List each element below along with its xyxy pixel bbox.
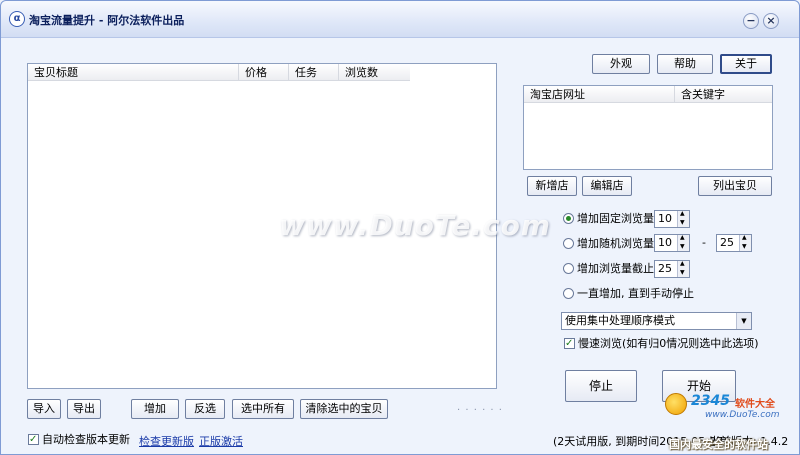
minimize-button[interactable]: − [743,13,759,29]
shop-list-table[interactable]: 淘宝店网址 含关键字 [523,85,773,170]
auto-update-label: 自动检查版本更新 [42,433,130,446]
export-button[interactable]: 导出 [67,399,101,419]
option-fixed-label: 增加固定浏览量 [577,212,654,225]
column-header-title[interactable]: 宝贝标题 [28,64,238,81]
resize-grip-icon: · · · · · · [457,405,503,416]
add-item-button[interactable]: 增加 [131,399,179,419]
radio-random[interactable] [563,238,574,249]
column-header-price[interactable]: 价格 [238,64,288,81]
title-bar[interactable]: α 淘宝流量提升 - 阿尔法软件出品 − × [1,1,799,38]
slow-browse-option[interactable]: 慢速浏览(如有归0情况则选中此选项) [564,336,759,352]
about-button[interactable]: 关于 [720,54,772,74]
option-forever[interactable]: 一直增加, 直到手动停止 [563,286,694,302]
column-header-task[interactable]: 任务 [288,64,338,81]
option-random-label: 增加随机浏览量 [577,237,654,250]
stepper-arrows-icon[interactable] [739,234,751,251]
random-max-stepper[interactable]: 25 [716,234,752,252]
slow-browse-checkbox[interactable] [564,336,575,352]
clear-selected-button[interactable]: 清除选中的宝贝 [300,399,388,419]
brand-logo: 2345 软件大全 www.DuoTe.com [665,389,799,433]
list-items-button[interactable]: 列出宝贝 [698,176,772,196]
range-dash: - [702,236,706,249]
option-random-views[interactable]: 增加随机浏览量 [563,236,654,252]
random-min-stepper[interactable]: 10 [654,234,690,252]
select-all-button[interactable]: 选中所有 [232,399,294,419]
option-forever-label: 一直增加, 直到手动停止 [577,287,694,300]
mode-select-value: 使用集中处理顺序模式 [565,314,675,327]
random-max-value: 25 [720,236,734,249]
slow-browse-label: 慢速浏览(如有归0情况则选中此选项) [578,337,759,350]
logo-site: 软件大全 [735,399,775,410]
close-button[interactable]: × [763,13,779,29]
window-title: 淘宝流量提升 - 阿尔法软件出品 [29,14,185,27]
radio-until[interactable] [563,263,574,274]
import-button[interactable]: 导入 [27,399,61,419]
stepper-arrows-icon[interactable] [677,210,689,227]
auto-update-checkbox[interactable] [28,432,39,448]
option-fixed-views[interactable]: 增加固定浏览量 [563,211,654,227]
option-until-views[interactable]: 增加浏览量截止 [563,261,654,277]
radio-forever[interactable] [563,288,574,299]
invert-selection-button[interactable]: 反选 [185,399,225,419]
option-until-label: 增加浏览量截止 [577,262,654,275]
main-window: α 淘宝流量提升 - 阿尔法软件出品 − × 外观 帮助 关于 宝贝标题 价格 … [0,0,800,455]
column-header-views[interactable]: 浏览数 [338,64,410,81]
stop-button[interactable]: 停止 [565,370,637,402]
column-header-shop-url[interactable]: 淘宝店网址 [524,86,674,103]
help-button[interactable]: 帮助 [657,54,713,74]
random-min-value: 10 [658,236,672,249]
watermark-text: www.DuoTe.com [279,209,551,242]
logo-brand: 2345 [691,393,730,409]
logo-slogan: 国内最安全的软件站 [669,438,768,451]
edit-shop-button[interactable]: 编辑店 [582,176,632,196]
stepper-arrows-icon[interactable] [677,260,689,277]
auto-update-option[interactable]: 自动检查版本更新 [28,432,130,448]
check-update-link[interactable]: 检查更新版 [139,433,194,449]
appearance-button[interactable]: 外观 [592,54,650,74]
add-shop-button[interactable]: 新增店 [527,176,577,196]
logo-url: www.DuoTe.com [705,410,780,420]
fixed-views-value: 10 [658,212,672,225]
app-logo-icon: α [9,11,25,27]
fixed-views-stepper[interactable]: 10 [654,210,690,228]
bird-icon [665,393,687,415]
column-header-keyword[interactable]: 含关键字 [674,86,772,103]
activate-link[interactable]: 正版激活 [199,433,243,449]
until-views-value: 25 [658,262,672,275]
stepper-arrows-icon[interactable] [677,234,689,251]
chevron-down-icon[interactable]: ▼ [736,313,751,329]
radio-fixed[interactable] [563,213,574,224]
mode-select[interactable]: 使用集中处理顺序模式 ▼ [561,312,752,330]
until-views-stepper[interactable]: 25 [654,260,690,278]
